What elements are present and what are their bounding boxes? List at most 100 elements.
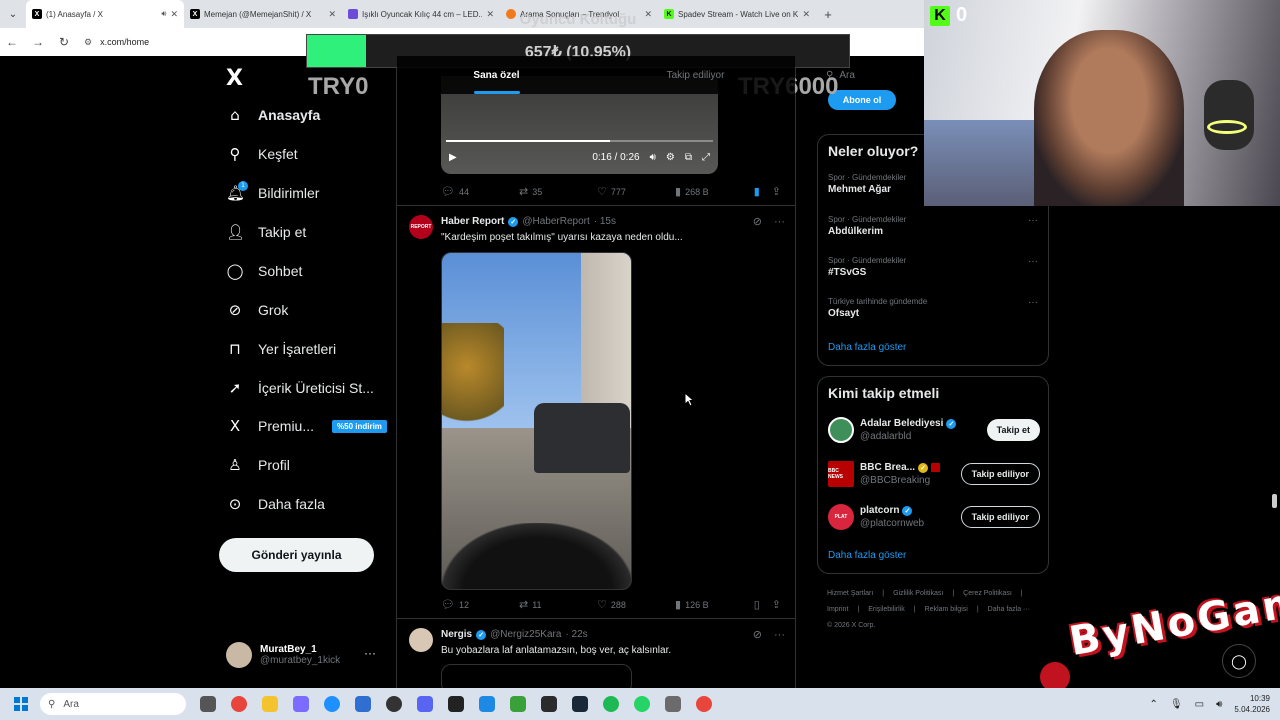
more-icon[interactable]: ···	[364, 646, 376, 660]
microphone-icon[interactable]: 🎙︎	[1170, 699, 1183, 710]
account-switcher[interactable]: MuratBey_1 @muratbey_1kick ···	[226, 642, 386, 668]
task-view-icon[interactable]	[200, 696, 216, 712]
url-field[interactable]: ⚙︎ x.com/home	[84, 37, 149, 48]
footer-link[interactable]: Hizmet Şartları	[827, 590, 873, 597]
nvidia-icon[interactable]	[541, 696, 557, 712]
views-button[interactable]: ▮ 268 B	[675, 185, 753, 198]
obs-icon[interactable]	[386, 696, 402, 712]
forward-icon[interactable]: →	[32, 35, 44, 49]
tab-search-button[interactable]: ⌄	[0, 0, 26, 28]
footer-link[interactable]: Reklam bilgisi	[925, 606, 968, 613]
follow-suggestion[interactable]: Adalar Belediyesi ✓ @adalarbld Takip et	[828, 417, 1040, 443]
tab-anasayfa[interactable]: X (1) Anasayfa / X 🔊︎ ✕	[26, 0, 184, 28]
chrome-icon[interactable]	[231, 696, 247, 712]
whatsapp-icon[interactable]	[634, 696, 650, 712]
steam-icon[interactable]	[572, 696, 588, 712]
trend-item[interactable]: Türkiye tarihinde gündemde Ofsayt ···	[828, 297, 1038, 319]
store-icon[interactable]	[355, 696, 371, 712]
nav-item-profile[interactable]: ♙ Profil	[226, 450, 290, 480]
grok-icon[interactable]: ⊘	[753, 628, 762, 641]
windows-start-icon[interactable]	[14, 697, 28, 711]
nav-item-grok[interactable]: ⊘ Grok	[226, 295, 289, 325]
tab-following[interactable]: Takip ediliyor	[596, 56, 795, 94]
like-button[interactable]: ♡ 288	[597, 598, 675, 611]
footer-link[interactable]: Imprint	[827, 606, 848, 613]
edge-icon[interactable]	[324, 696, 340, 712]
nav-item-premium[interactable]: X Premiu... %50 indirim	[226, 411, 387, 441]
trend-item[interactable]: Spor · Gündemdekiler Abdülkerim ···	[828, 215, 1038, 237]
nav-item-creator-studio[interactable]: ➚ İçerik Üreticisi St...	[226, 373, 374, 403]
reply-button[interactable]: 💬︎ 44	[441, 185, 519, 198]
following-button[interactable]: Takip ediliyor	[960, 506, 1040, 528]
share-icon[interactable]: ⇪	[772, 598, 781, 611]
app-icon[interactable]	[479, 696, 495, 712]
volume-icon[interactable]: 🔊︎	[650, 152, 656, 163]
tweet-author-handle[interactable]: @HaberReport	[522, 216, 589, 227]
discord-icon[interactable]	[417, 696, 433, 712]
clock[interactable]: 10:39 5.04.2026	[1234, 693, 1270, 715]
following-button[interactable]: Takip ediliyor	[960, 463, 1040, 485]
nav-item-notifications[interactable]: 🔔︎ 1 Bildirimler	[226, 178, 319, 208]
avatar[interactable]: REPORT	[409, 215, 433, 239]
tweet-author-handle[interactable]: @Nergiz25Kara	[490, 629, 561, 640]
more-icon[interactable]: ···	[774, 216, 785, 228]
follow-suggestion[interactable]: PLAT platcorn ✓ @platcornweb Takip ediliy…	[828, 504, 1040, 530]
tweet-author-name[interactable]: Nergis	[441, 629, 472, 640]
pip-icon[interactable]: ⧉	[685, 152, 692, 163]
taskbar-search[interactable]: ⚲ Ara	[40, 693, 186, 715]
like-button[interactable]: ♡ 777	[597, 185, 675, 198]
views-button[interactable]: ▮ 126 B	[675, 598, 753, 611]
tweet-time[interactable]: · 22s	[565, 629, 587, 640]
scrollbar[interactable]	[1272, 494, 1277, 508]
bookmark-icon[interactable]: ▮	[754, 185, 760, 198]
speaker-icon[interactable]: 🔊︎	[161, 9, 166, 19]
footer-link[interactable]: Çerez Politikası	[963, 590, 1012, 597]
repost-button[interactable]: ⇄ 11	[519, 598, 597, 611]
tweet-photo[interactable]	[441, 252, 632, 590]
show-more-link[interactable]: Daha fazla göster	[828, 550, 906, 561]
follow-suggestion[interactable]: BBC NEWS BBC Brea... ✓ @BBCBreaking Takip…	[828, 461, 1040, 487]
more-icon[interactable]: ···	[1028, 215, 1038, 226]
settings-icon[interactable]: ⚙︎	[666, 152, 675, 163]
chrome-icon[interactable]	[696, 696, 712, 712]
reload-icon[interactable]: ↻	[58, 35, 70, 49]
tweet-time[interactable]: · 15s	[594, 216, 616, 227]
follow-button[interactable]: Takip et	[986, 419, 1040, 441]
spotify-icon[interactable]	[603, 696, 619, 712]
nav-item-bookmarks[interactable]: ⊓ Yer İşaretleri	[226, 334, 336, 364]
tweet-author-name[interactable]: Haber Report	[441, 216, 504, 227]
fullscreen-icon[interactable]: ⤢	[702, 152, 710, 163]
back-icon[interactable]: ←	[6, 35, 18, 49]
show-more-link[interactable]: Daha fazla göster	[828, 342, 906, 353]
reply-button[interactable]: 💬︎ 12	[441, 598, 519, 611]
nav-item-explore[interactable]: ⚲ Keşfet	[226, 139, 298, 169]
capcut-icon[interactable]	[448, 696, 464, 712]
repost-button[interactable]: ⇄ 35	[519, 185, 597, 198]
tweet-media[interactable]	[441, 664, 632, 688]
file-explorer-icon[interactable]	[262, 696, 278, 712]
copilot-icon[interactable]	[293, 696, 309, 712]
chat-bubble-icon[interactable]: ◯	[1222, 644, 1256, 678]
minecraft-icon[interactable]	[510, 696, 526, 712]
more-icon[interactable]: ···	[774, 629, 785, 641]
more-icon[interactable]: ···	[1028, 256, 1038, 267]
grok-icon[interactable]: ⊘	[753, 215, 762, 228]
footer-link[interactable]: Gizlilik Politikası	[893, 590, 943, 597]
nav-item-chat[interactable]: ◯ Sohbet	[226, 256, 303, 286]
video-progress-bar[interactable]	[446, 140, 713, 142]
display-icon[interactable]: ▭	[1195, 699, 1204, 710]
settings-icon[interactable]	[665, 696, 681, 712]
play-icon[interactable]: ▶	[449, 152, 457, 163]
volume-icon[interactable]: 🔊︎	[1216, 699, 1222, 710]
nav-item-more[interactable]: ⊙ Daha fazla	[226, 489, 325, 519]
x-logo-icon[interactable]: X	[226, 66, 243, 91]
footer-link[interactable]: Daha fazla ···	[988, 606, 1030, 613]
chevron-up-icon[interactable]: ⌃	[1150, 699, 1158, 710]
trend-item[interactable]: Spor · Gündemdekiler #TSvGS ···	[828, 256, 1038, 278]
close-tab-icon[interactable]: ✕	[170, 9, 178, 20]
share-icon[interactable]: ⇪	[772, 185, 781, 198]
nav-item-home[interactable]: ⌂ Anasayfa	[226, 100, 320, 130]
site-info-icon[interactable]: ⚙︎	[84, 37, 92, 48]
more-icon[interactable]: ···	[1028, 297, 1038, 308]
footer-link[interactable]: Erişilebilirlik	[868, 606, 905, 613]
